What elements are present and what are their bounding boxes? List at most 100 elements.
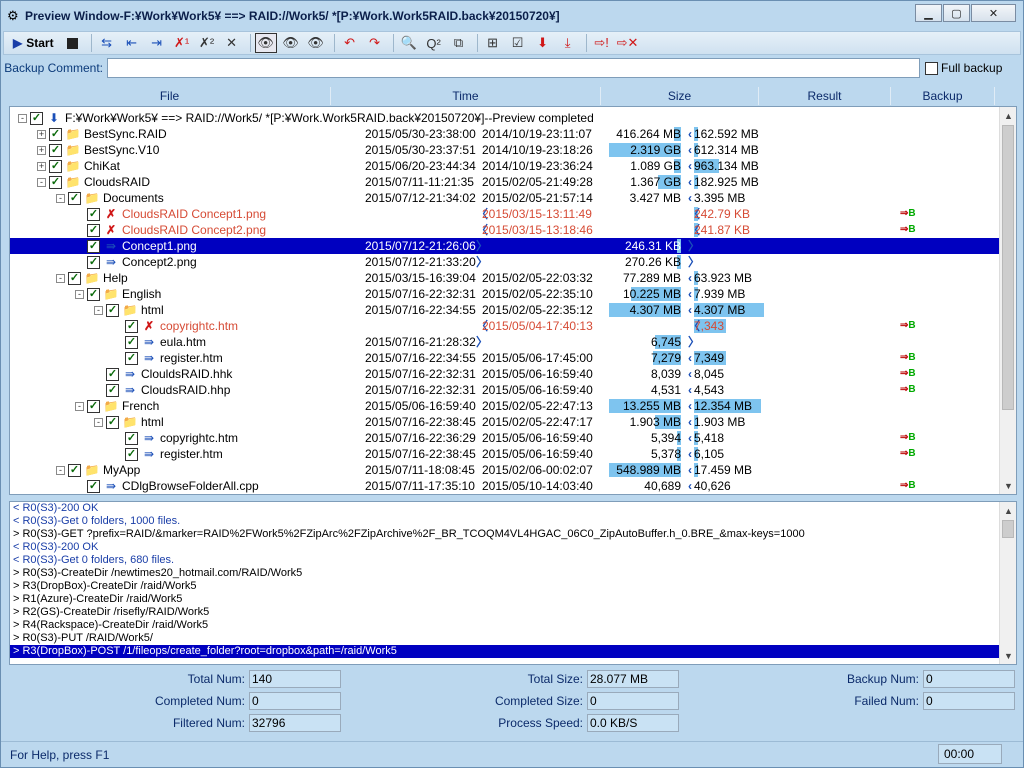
log-line[interactable]: > R3(DropBox)-CreateDir /raid/Work5 [10, 580, 1016, 593]
row-checkbox[interactable]: ✓ [106, 415, 119, 429]
tree-row[interactable]: - ✓ 📁 html 2015/07/16-22:34:55 2015/02/05-22… [10, 302, 1000, 318]
sync-both-button[interactable]: ⇆ [96, 33, 118, 53]
collapse-icon[interactable]: - [94, 305, 103, 315]
row-checkbox[interactable]: ✓ [87, 207, 100, 221]
row-checkbox[interactable]: ✓ [125, 447, 138, 461]
column-size[interactable]: Size [601, 87, 759, 105]
compare-button[interactable]: ⧉ [448, 33, 470, 53]
scroll-thumb[interactable] [1002, 520, 1014, 538]
expand-icon[interactable]: + [37, 145, 46, 155]
log-line[interactable]: < R0(S3)-Get 0 folders, 680 files. [10, 554, 1016, 567]
collapse-icon[interactable]: - [75, 401, 84, 411]
start-button[interactable]: ▶ Start [8, 33, 59, 53]
row-checkbox[interactable]: ✓ [125, 351, 138, 365]
tree-row[interactable]: ✓ ✗ CloudsRAID Concept1.png 〈2015/03/15-13:… [10, 206, 1000, 222]
tree-row[interactable]: - ✓ 📁 CloudsRAID 2015/07/11-11:21:35 2015/02… [10, 174, 1000, 190]
view-all-button[interactable]: 👁 [254, 33, 277, 53]
column-file[interactable]: File [9, 87, 331, 105]
tree-row[interactable]: ✓ ✗ CloudsRAID Concept2.png 〈2015/03/15-13:… [10, 222, 1000, 238]
tree-button[interactable]: ⊞ [482, 33, 504, 53]
collapse-button[interactable]: ⤓ [557, 33, 579, 53]
undo-button[interactable]: ↶ [339, 33, 361, 53]
view-filter-button[interactable]: 👁 [305, 33, 327, 53]
tree-row[interactable]: + ✓ 📁 BestSync.V10 2015/05/30-23:37:51 2014/… [10, 142, 1000, 158]
row-checkbox[interactable]: ✓ [106, 383, 119, 397]
log-line[interactable]: > R4(Rackspace)-CreateDir /raid/Work5 [10, 619, 1016, 632]
next-error-button[interactable]: ⇨! [591, 33, 613, 53]
row-checkbox[interactable]: ✓ [125, 431, 138, 445]
log-panel[interactable]: < R0(S3)-200 OK < R0(S3)-Get 0 folders, 1… [9, 501, 1017, 665]
find-button[interactable]: 🔍 [398, 33, 420, 53]
collapse-icon[interactable]: - [56, 465, 65, 475]
redo-button[interactable]: ↷ [364, 33, 386, 53]
delete-right-button[interactable]: ✗² [196, 33, 218, 53]
row-checkbox[interactable]: ✓ [106, 367, 119, 381]
column-result[interactable]: Result [759, 87, 891, 105]
expand-icon[interactable]: + [37, 129, 46, 139]
tree-row[interactable]: ✓ ⇛ Concept2.png 2015/07/12-21:33:20 〉 270.26… [10, 254, 1000, 270]
full-backup-checkbox[interactable]: Full backup [925, 61, 1002, 75]
log-line[interactable]: < R0(S3)-Get 0 folders, 1000 files. [10, 515, 1016, 528]
tree-row[interactable]: ✓ ✗ copyrightc.htm 〈2015/05/04-17:40:13 〈7,3… [10, 318, 1000, 334]
scroll-up-icon[interactable]: ▲ [1000, 502, 1016, 519]
tree-row[interactable]: + ✓ 📁 ChiKat 2015/06/20-23:44:34 2014/10/19-… [10, 158, 1000, 174]
maximize-button[interactable]: ▢ [943, 4, 970, 22]
row-checkbox[interactable]: ✓ [125, 319, 138, 333]
tree-row[interactable]: ✓ ⇛ copyrightc.htm 2015/07/16-22:36:29 2015… [10, 430, 1000, 446]
expand-icon[interactable]: + [37, 161, 46, 171]
tree-row[interactable]: ✓ ⇛ register.htm 2015/07/16-22:38:45 2015/0… [10, 446, 1000, 462]
row-checkbox[interactable]: ✓ [49, 143, 62, 157]
column-backup[interactable]: Backup [891, 87, 995, 105]
file-tree[interactable]: - ✓ ⬇ F:¥Work¥Work5¥ ==> RAID://Work5/ *[P:… [9, 106, 1017, 495]
row-checkbox[interactable]: ✓ [87, 255, 100, 269]
row-checkbox[interactable]: ✓ [87, 479, 100, 493]
column-time[interactable]: Time [331, 87, 601, 105]
find-next-button[interactable]: Q² [423, 33, 445, 53]
tree-row[interactable]: - ✓ 📁 French 2015/05/06-16:59:40 2015/02/05-… [10, 398, 1000, 414]
tree-row[interactable]: ✓ ⇛ eula.htm 2015/07/16-21:28:32 〉 6,745 〉 [10, 334, 1000, 350]
log-scrollbar[interactable]: ▲ ▼ [999, 502, 1016, 664]
row-checkbox[interactable]: ✓ [87, 399, 100, 413]
row-checkbox[interactable]: ✓ [68, 271, 81, 285]
row-checkbox[interactable]: ✓ [30, 111, 43, 125]
log-line[interactable]: > R1(Azure)-CreateDir /raid/Work5 [10, 593, 1016, 606]
tree-row[interactable]: - ✓ ⬇ F:¥Work¥Work5¥ ==> RAID://Work5/ *[P:… [10, 110, 1000, 126]
tree-row[interactable]: - ✓ 📁 Help 2015/03/15-16:39:04 2015/02/05-22… [10, 270, 1000, 286]
copy-left-button[interactable]: ⇤ [121, 33, 143, 53]
row-checkbox[interactable]: ✓ [49, 127, 62, 141]
row-checkbox[interactable]: ✓ [49, 175, 62, 189]
tree-row[interactable]: + ✓ 📁 BestSync.RAID 2015/05/30-23:38:00 2014… [10, 126, 1000, 142]
tree-row[interactable]: - ✓ 📁 Documents 2015/07/12-21:34:02 2015/02/… [10, 190, 1000, 206]
row-checkbox[interactable]: ✓ [125, 335, 138, 349]
scroll-thumb[interactable] [1002, 125, 1014, 410]
tree-row[interactable]: ✓ ⇛ Concept1.png 2015/07/12-21:26:06 〉 246.31… [10, 238, 1000, 254]
tree-row[interactable]: ✓ ⇛ CloudsRAID.hhp 2015/07/16-22:32:31 2015… [10, 382, 1000, 398]
tree-row[interactable]: ✓ ⇛ CDlgBrowseFolderAll.cpp 2015/07/11-17:3… [10, 478, 1000, 494]
row-checkbox[interactable]: ✓ [68, 191, 81, 205]
row-checkbox[interactable]: ✓ [106, 303, 119, 317]
row-checkbox[interactable]: ✓ [49, 159, 62, 173]
skip-button[interactable]: ⇨✕ [616, 33, 640, 53]
scroll-up-icon[interactable]: ▲ [1000, 107, 1016, 124]
tree-row[interactable]: ✓ ⇛ ClouldsRAID.hhk 2015/07/16-22:32:31 201… [10, 366, 1000, 382]
copy-right-button[interactable]: ⇥ [146, 33, 168, 53]
view-changed-button[interactable]: 👁 [280, 33, 302, 53]
collapse-icon[interactable]: - [94, 417, 103, 427]
row-checkbox[interactable]: ✓ [87, 239, 100, 253]
delete-button[interactable]: ✕ [221, 33, 243, 53]
tree-row[interactable]: - ✓ 📁 html 2015/07/16-22:38:45 2015/02/05-22… [10, 414, 1000, 430]
expand-button[interactable]: ⬇ [532, 33, 554, 53]
log-line[interactable]: > R0(S3)-CreateDir /newtimes20_hotmail.c… [10, 567, 1016, 580]
collapse-icon[interactable]: - [37, 177, 46, 187]
row-checkbox[interactable]: ✓ [68, 463, 81, 477]
log-line[interactable]: < R0(S3)-200 OK [10, 502, 1016, 515]
scroll-down-icon[interactable]: ▼ [1000, 477, 1016, 494]
log-line[interactable]: > R3(DropBox)-POST /1/fileops/create_fol… [10, 645, 1016, 658]
row-checkbox[interactable]: ✓ [87, 287, 100, 301]
log-line[interactable]: > R2(GS)-CreateDir /risefly/RAID/Work5 [10, 606, 1016, 619]
collapse-icon[interactable]: - [56, 193, 65, 203]
minimize-button[interactable]: ▁ [915, 4, 942, 22]
log-line[interactable]: > R0(S3)-PUT /RAID/Work5/ [10, 632, 1016, 645]
tree-row[interactable]: - ✓ 📁 English 2015/07/16-22:32:31 2015/02/05… [10, 286, 1000, 302]
stop-button[interactable] [62, 33, 84, 53]
